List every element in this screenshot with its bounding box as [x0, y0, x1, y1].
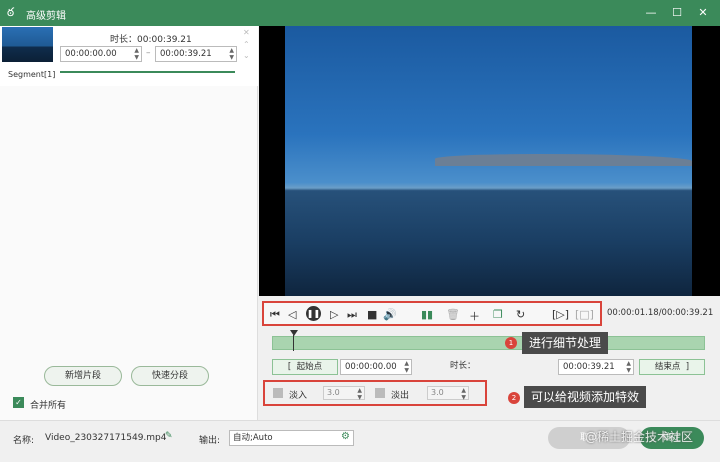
segment-duration: 时长：00:00:39.21	[110, 35, 192, 45]
fade-in-checkbox[interactable]	[273, 388, 283, 398]
fade-in-input[interactable]: 3.0 ▲ ▼	[323, 386, 365, 401]
playhead-icon[interactable]	[290, 330, 298, 336]
stop-icon[interactable]: ■	[367, 308, 377, 321]
segment-panel: 时长：00:00:39.21 00:00:00.00 ▲ ▼ – 00:00:39…	[0, 26, 258, 420]
playback-controls: ⏮ ◁ ❚❚ ▷ ⏭ ■ 🔊 ▮▮ 🗑 ＋ ❐ ↻ [▷] [□]	[262, 301, 602, 326]
spinner-icon[interactable]: ▲ ▼	[229, 47, 234, 61]
title-bar: ఠ 高级剪辑 — ☐ ✕	[0, 0, 720, 26]
annotation-callout: 可以给视频添加特效	[524, 386, 647, 408]
segment-label: Segment[1]	[8, 70, 56, 79]
spinner-icon[interactable]: ▲ ▼	[461, 387, 466, 401]
move-down-icon[interactable]: ⌄	[243, 51, 250, 60]
effects-panel: 淡入 3.0 ▲ ▼ 淡出 3.0 ▲ ▼	[263, 380, 487, 406]
edit-pen-icon[interactable]: ✎	[165, 431, 173, 441]
start-time-input[interactable]: 00:00:00.00 ▲ ▼	[340, 359, 412, 375]
segment-end-input[interactable]: 00:00:39.21 ▲ ▼	[155, 46, 237, 62]
output-select[interactable]: 自动;Auto	[229, 430, 354, 446]
segment-item[interactable]: 时长：00:00:39.21 00:00:00.00 ▲ ▼ – 00:00:39…	[0, 26, 258, 86]
mark-in-icon[interactable]: [▷]	[552, 308, 569, 321]
quick-split-button[interactable]: 快速分段	[131, 366, 209, 386]
annotation-badge: 1	[505, 337, 517, 349]
minimize-button[interactable]: —	[642, 4, 660, 22]
window-title: 高级剪辑	[26, 11, 66, 22]
mark-out-icon[interactable]: [□]	[575, 308, 594, 321]
end-point-button[interactable]: 结束点 ]	[639, 359, 705, 375]
duration-label: 时长：	[450, 361, 476, 371]
annotation-badge: 2	[508, 392, 520, 404]
delete-segment-icon[interactable]: ✕	[243, 28, 250, 37]
playback-time: 00:00:01.18/00:00:39.21	[607, 308, 714, 318]
prev-frame-icon[interactable]: ◁	[288, 308, 296, 321]
pause-icon[interactable]: ❚❚	[306, 306, 321, 321]
spinner-icon[interactable]: ▲ ▼	[357, 387, 362, 401]
duration-input[interactable]: 00:00:39.21 ▲ ▼	[558, 359, 634, 375]
copy-icon[interactable]: ❐	[493, 308, 503, 321]
range-controls: [ 起始点 00:00:00.00 ▲ ▼ 时长： 00:00:39.21 ▲ ▼ 结束…	[272, 359, 705, 375]
spinner-icon[interactable]: ▲ ▼	[404, 360, 409, 374]
fade-out-input[interactable]: 3.0 ▲ ▼	[427, 386, 469, 401]
segment-start-input[interactable]: 00:00:00.00 ▲ ▼	[60, 46, 142, 62]
next-frame-icon[interactable]: ▷	[330, 308, 338, 321]
output-label: 输出:	[199, 436, 221, 446]
delete-icon[interactable]: 🗑	[446, 308, 460, 321]
annotation-callout: 进行细节处理	[522, 332, 609, 354]
spinner-icon[interactable]: ▲ ▼	[626, 360, 631, 374]
file-name: Video_230327171549.mp4	[45, 433, 167, 443]
rotate-icon[interactable]: ↻	[516, 308, 525, 321]
start-point-button[interactable]: [ 起始点	[272, 359, 338, 375]
volume-icon[interactable]: 🔊	[383, 308, 397, 321]
timeline-track[interactable]	[272, 336, 705, 350]
merge-all-checkbox[interactable]: ✓	[13, 397, 24, 408]
add-icon[interactable]: ＋	[469, 308, 480, 324]
fade-out-checkbox[interactable]	[375, 388, 385, 398]
close-button[interactable]: ✕	[694, 4, 712, 22]
move-up-icon[interactable]: ⌃	[243, 40, 250, 49]
split-icon[interactable]: ▮▮	[421, 308, 433, 321]
fade-in-label: 淡入	[289, 391, 308, 401]
video-frame	[285, 26, 692, 296]
add-segment-button[interactable]: 新增片段	[44, 366, 122, 386]
go-to-start-icon[interactable]: ⏮	[270, 308, 280, 322]
segment-separator: –	[146, 48, 151, 58]
maximize-button[interactable]: ☐	[668, 4, 686, 22]
app-logo-icon: ఠ	[7, 5, 15, 19]
watermark: @稀土掘金技术社区	[585, 430, 694, 444]
playhead-line	[293, 335, 294, 351]
go-to-end-icon[interactable]: ⏭	[347, 308, 357, 322]
segment-thumbnail	[2, 27, 53, 62]
gear-icon[interactable]: ⚙	[341, 431, 350, 442]
fade-out-label: 淡出	[391, 391, 410, 401]
video-scene	[435, 154, 692, 166]
name-label: 名称:	[13, 436, 35, 446]
spinner-icon[interactable]: ▲ ▼	[134, 47, 139, 61]
segment-progress	[60, 71, 235, 73]
merge-all-label: 合并所有	[30, 401, 67, 411]
video-player[interactable]	[259, 26, 720, 296]
